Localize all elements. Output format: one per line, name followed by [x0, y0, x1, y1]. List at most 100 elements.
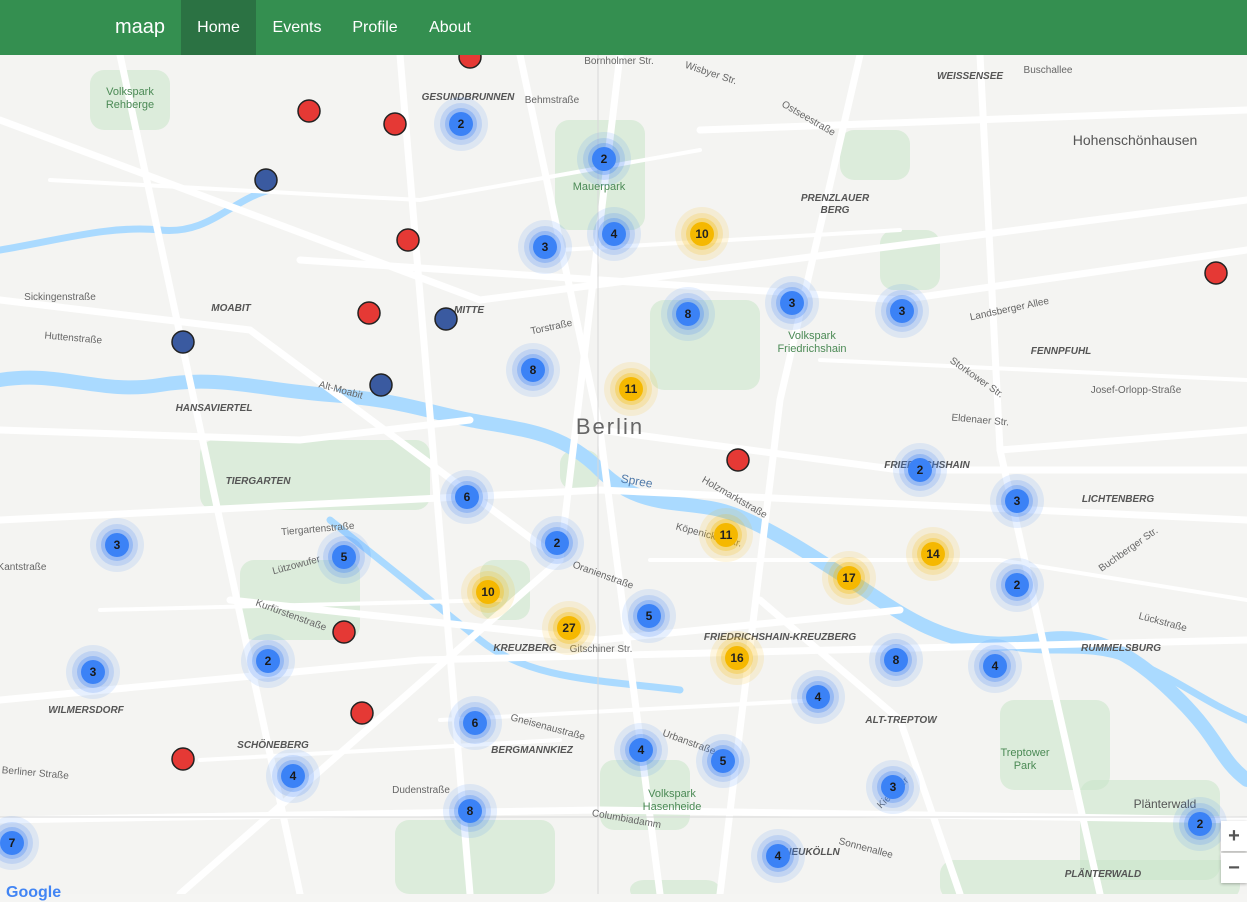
map-label-text: HANSAVIERTEL	[176, 403, 253, 414]
map-label-text: Josef-Orlopp-Straße	[1091, 385, 1182, 396]
cluster-marker[interactable]: 5	[696, 734, 750, 788]
map-label-text: KREUZBERG	[493, 643, 557, 654]
map-label-text: WEISSENSEE	[937, 71, 1003, 82]
cluster-count: 3	[114, 538, 121, 552]
nav-profile[interactable]: Profile	[340, 0, 410, 55]
cluster-count: 2	[1197, 817, 1204, 831]
city-label: Berlin	[576, 414, 644, 439]
cluster-count: 3	[542, 240, 549, 254]
cluster-marker[interactable]: 8	[661, 287, 715, 341]
map-label-street: Dudenstraße	[392, 785, 450, 796]
red-event-marker[interactable]	[350, 701, 374, 725]
cluster-marker[interactable]: 14	[906, 527, 960, 581]
brand-logo[interactable]: maap	[115, 0, 165, 55]
cluster-marker[interactable]: 4	[614, 723, 668, 777]
red-event-marker[interactable]	[357, 301, 381, 325]
cluster-marker[interactable]: 2	[434, 97, 488, 151]
red-event-marker[interactable]	[396, 228, 420, 252]
zoom-in-button[interactable]: +	[1221, 821, 1247, 851]
cluster-marker[interactable]: 10	[675, 207, 729, 261]
nav-home[interactable]: Home	[181, 0, 256, 55]
navy-event-marker[interactable]	[369, 373, 393, 397]
map-label-text: RUMMELSBURG	[1081, 643, 1161, 654]
cluster-marker[interactable]: 3	[90, 518, 144, 572]
cluster-count: 8	[893, 653, 900, 667]
red-event-marker[interactable]	[726, 448, 750, 472]
cluster-marker[interactable]: 2	[990, 558, 1044, 612]
cluster-marker[interactable]: 3	[518, 220, 572, 274]
cluster-count: 8	[467, 804, 474, 818]
map-label-text: BERGMANNKIEZ	[491, 745, 574, 756]
cluster-marker[interactable]: 8	[869, 633, 923, 687]
navy-event-marker[interactable]	[434, 307, 458, 331]
cluster-marker[interactable]: 27	[542, 601, 596, 655]
map-label-text: WILMERSDORF	[48, 705, 124, 716]
cluster-marker[interactable]: 5	[622, 589, 676, 643]
cluster-count: 2	[554, 536, 561, 550]
cluster-marker[interactable]: 2	[241, 634, 295, 688]
cluster-marker[interactable]: 6	[448, 696, 502, 750]
map-label-street: Sickingenstraße	[24, 292, 96, 303]
red-event-marker[interactable]	[332, 620, 356, 644]
map-label-text: Volkspark	[106, 86, 154, 98]
cluster-marker[interactable]: 11	[604, 362, 658, 416]
red-event-marker[interactable]	[297, 99, 321, 123]
red-event-marker[interactable]	[1204, 261, 1228, 285]
map-label-area: Hohenschönhausen	[1073, 132, 1198, 148]
cluster-marker[interactable]: 8	[506, 343, 560, 397]
cluster-marker[interactable]: 4	[791, 670, 845, 724]
cluster-count: 2	[917, 463, 924, 477]
cluster-count: 2	[458, 117, 465, 131]
cluster-marker[interactable]: 4	[266, 749, 320, 803]
cluster-marker[interactable]: 3	[765, 276, 819, 330]
map-label-text: PRENZLAUER	[801, 193, 870, 204]
cluster-marker[interactable]: 3	[866, 760, 920, 814]
cluster-count: 4	[992, 659, 999, 673]
cluster-count: 4	[638, 743, 645, 757]
map-label-district: TIERGARTEN	[226, 476, 292, 487]
map-svg[interactable]: VolksparkRehbergeGESUNDBRUNNEN Behmstraße…	[0, 55, 1247, 894]
cluster-marker[interactable]: 4	[751, 829, 805, 883]
cluster-marker[interactable]: 2	[1173, 797, 1227, 851]
zoom-out-button[interactable]: −	[1221, 853, 1247, 883]
red-event-marker[interactable]	[383, 112, 407, 136]
map-label-text: MOABIT	[211, 303, 251, 314]
cluster-count: 3	[899, 304, 906, 318]
cluster-count: 8	[685, 307, 692, 321]
map-label-text: Kantstraße	[0, 562, 47, 573]
map-label-district: ALT-TREPTOW	[864, 715, 938, 726]
cluster-marker[interactable]: 10	[461, 565, 515, 619]
cluster-marker[interactable]: 3	[990, 474, 1044, 528]
map-label-text: BERG	[821, 205, 850, 216]
cluster-marker[interactable]: 17	[822, 551, 876, 605]
map-label-district: MOABIT	[211, 303, 251, 314]
map-label-district: BERGMANNKIEZ	[491, 745, 574, 756]
cluster-marker[interactable]: 5	[317, 530, 371, 584]
cluster-marker[interactable]: 11	[699, 508, 753, 562]
navy-event-marker[interactable]	[254, 168, 278, 192]
cluster-count: 10	[481, 585, 495, 599]
cluster-count: 5	[646, 609, 653, 623]
cluster-marker[interactable]: 3	[875, 284, 929, 338]
cluster-marker[interactable]: 3	[66, 645, 120, 699]
cluster-marker[interactable]: 2	[893, 443, 947, 497]
map-label-text: Bornholmer Str.	[584, 56, 653, 67]
cluster-marker[interactable]: 16	[710, 631, 764, 685]
cluster-marker[interactable]: 2	[577, 132, 631, 186]
red-event-marker[interactable]	[171, 747, 195, 771]
cluster-marker[interactable]: 8	[443, 784, 497, 838]
map-label-district: RUMMELSBURG	[1081, 643, 1161, 654]
map-label-street: Josef-Orlopp-Straße	[1091, 385, 1182, 396]
nav-about[interactable]: About	[414, 0, 486, 55]
cluster-count: 3	[789, 296, 796, 310]
cluster-marker[interactable]: 6	[440, 470, 494, 524]
map-label-text: FENNPFUHL	[1031, 346, 1092, 357]
cluster-marker[interactable]: 4	[587, 207, 641, 261]
cluster-marker[interactable]: 4	[968, 639, 1022, 693]
nav-events[interactable]: Events	[258, 0, 336, 55]
navy-event-marker[interactable]	[171, 330, 195, 354]
map-canvas[interactable]: Volkspark Rehberge GESUNDBRUNNEN Behmstraße…	[0, 55, 1247, 894]
cluster-marker[interactable]: 2	[530, 516, 584, 570]
cluster-count: 3	[1014, 494, 1021, 508]
cluster-count: 14	[926, 547, 940, 561]
